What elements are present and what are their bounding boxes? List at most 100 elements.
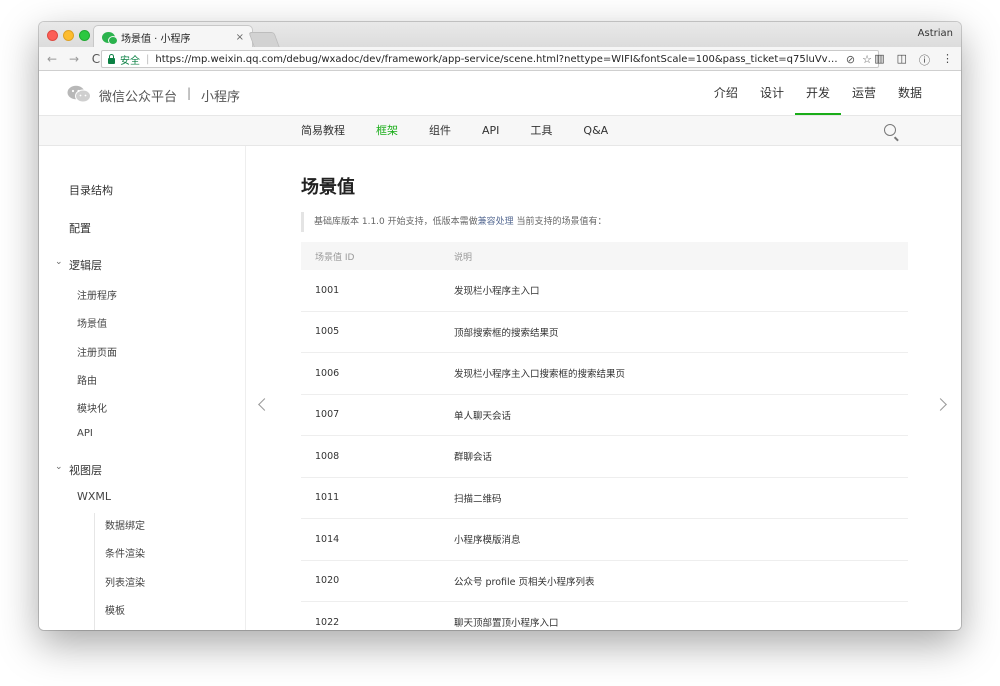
sidebar-item-list-render[interactable]: 列表渲染: [105, 574, 145, 589]
reader-icon[interactable]: ▥: [874, 52, 884, 68]
scene-desc: 发现栏小程序主入口: [454, 286, 540, 298]
sidebar-item-template[interactable]: 模板: [105, 602, 125, 617]
table-row: 1007 单人聊天会话: [301, 395, 908, 436]
forward-arrow-icon[interactable]: →: [65, 52, 83, 66]
top-nav-design[interactable]: 设计: [749, 71, 795, 116]
browser-window: 场景值 · 小程序 × Astrian ← → C 安全 | https://m…: [39, 22, 961, 630]
scene-desc: 聊天顶部置顶小程序入口: [454, 618, 559, 630]
back-arrow-icon[interactable]: ←: [43, 52, 61, 66]
indent-guide: [94, 513, 95, 630]
logo-text[interactable]: 微信公众平台: [99, 86, 177, 105]
top-nav-intro[interactable]: 介绍: [703, 71, 749, 116]
sidebar-item-logic-layer[interactable]: 逻辑层: [69, 257, 102, 273]
table-row: 1011 扫描二维码: [301, 478, 908, 519]
profile-name[interactable]: Astrian: [918, 28, 953, 39]
prev-page-icon[interactable]: [258, 398, 271, 411]
version-notice: 基础库版本 1.1.0 开始支持，低版本需做兼容处理 当前支持的场景值有：: [301, 212, 908, 232]
site-header: 微信公众平台 | 小程序 介绍 设计 开发 运营 数据: [39, 71, 961, 116]
chevron-down-icon[interactable]: ⌄: [55, 462, 63, 472]
table-row: 1022 聊天顶部置顶小程序入口: [301, 602, 908, 630]
scene-desc: 发现栏小程序主入口搜索框的搜索结果页: [454, 369, 626, 381]
top-nav-develop[interactable]: 开发: [794, 71, 841, 116]
menu-dots-icon[interactable]: ⋮: [942, 52, 953, 68]
notice-prefix: 基础库版本 1.1.0 开始支持，低版本需做: [314, 217, 478, 227]
sidebar-item-data-binding[interactable]: 数据绑定: [105, 517, 145, 532]
sidebar-item-register-page[interactable]: 注册页面: [77, 344, 117, 359]
sidebar-item-view-layer[interactable]: 视图层: [69, 462, 102, 478]
table-row: 1008 群聊会话: [301, 436, 908, 478]
sidebar-item-route[interactable]: 路由: [77, 372, 97, 387]
scene-id: 1005: [315, 326, 340, 338]
scene-desc: 扫描二维码: [454, 493, 502, 505]
sidebar-item-wxml[interactable]: WXML: [77, 490, 111, 503]
top-nav: 介绍 设计 开发 运营 数据: [703, 71, 933, 116]
scene-id: 1006: [315, 367, 340, 379]
sidebar-item-register-app[interactable]: 注册程序: [77, 287, 117, 302]
tab-close-icon[interactable]: ×: [236, 32, 244, 43]
sub-nav: 简易教程 框架 组件 API 工具 Q&A: [39, 116, 961, 146]
table-row: 1014 小程序模版消息: [301, 519, 908, 561]
lock-icon: [108, 53, 115, 64]
subnav-api[interactable]: API: [482, 116, 499, 146]
scene-id: 1001: [315, 284, 340, 296]
scene-desc: 群聊会话: [454, 452, 493, 464]
scene-id: 1008: [315, 450, 340, 462]
scene-id: 1020: [315, 575, 340, 587]
column-header-desc: 说明: [454, 252, 473, 263]
secure-label: 安全: [120, 55, 140, 67]
logo-subtitle[interactable]: 小程序: [201, 86, 240, 105]
page-title: 场景值: [301, 177, 355, 198]
table-row: 1005 顶部搜索框的搜索结果页: [301, 312, 908, 353]
wechat-logo-icon[interactable]: [67, 85, 91, 103]
subnav-components[interactable]: 组件: [429, 116, 451, 146]
browser-tab-active[interactable]: 场景值 · 小程序 ×: [93, 25, 253, 48]
table-header: 场景值 ID 说明: [301, 242, 908, 270]
bookmark-star-icon[interactable]: ☆: [862, 53, 872, 66]
content-area: 目录结构 配置 ⌄ 逻辑层 注册程序 场景值 注册页面 路由 模块化 API ⌄…: [39, 146, 961, 630]
top-nav-data[interactable]: 数据: [887, 71, 933, 116]
subnav-framework[interactable]: 框架: [376, 116, 398, 146]
scene-desc: 单人聊天会话: [454, 410, 512, 422]
address-bar[interactable]: 安全 | https://mp.weixin.qq.com/debug/wxad…: [101, 50, 879, 68]
url-separator: |: [146, 53, 150, 65]
browser-toolbar: ← → C 安全 | https://mp.weixin.qq.com/debu…: [39, 47, 961, 71]
top-nav-operate[interactable]: 运营: [841, 71, 887, 116]
info-icon[interactable]: ⓘ: [919, 52, 930, 68]
compat-link[interactable]: 兼容处理: [478, 217, 514, 227]
logo-divider: |: [187, 86, 192, 100]
wechat-favicon-icon: [102, 31, 118, 45]
column-header-id: 场景值 ID: [315, 252, 355, 263]
scene-id: 1014: [315, 533, 340, 545]
notice-suffix: 当前支持的场景值有：: [513, 217, 607, 227]
minimize-window-button[interactable]: [63, 30, 74, 41]
sidebar: 目录结构 配置 ⌄ 逻辑层 注册程序 场景值 注册页面 路由 模块化 API ⌄…: [39, 146, 246, 630]
sidebar-item-catalog[interactable]: 目录结构: [69, 182, 113, 198]
next-page-icon[interactable]: [934, 398, 947, 411]
table-row: 1006 发现栏小程序主入口搜索框的搜索结果页: [301, 353, 908, 395]
search-icon[interactable]: [884, 124, 896, 136]
subnav-tutorial[interactable]: 简易教程: [301, 116, 345, 146]
sidebar-item-config[interactable]: 配置: [69, 220, 91, 236]
url-text[interactable]: https://mp.weixin.qq.com/debug/wxadoc/de…: [155, 54, 840, 65]
sidebar-item-scene[interactable]: 场景值: [77, 315, 107, 330]
close-window-button[interactable]: [47, 30, 58, 41]
table-row: 1001 发现栏小程序主入口: [301, 270, 908, 312]
sidebar-item-api[interactable]: API: [77, 428, 93, 439]
maximize-window-button[interactable]: [79, 30, 90, 41]
subnav-qa[interactable]: Q&A: [583, 116, 608, 146]
sidebar-item-conditional[interactable]: 条件渲染: [105, 545, 145, 560]
scene-id: 1007: [315, 409, 340, 421]
title-bar: 场景值 · 小程序 × Astrian: [39, 22, 961, 48]
scene-desc: 公众号 profile 页相关小程序列表: [454, 576, 595, 588]
scene-id: 1022: [315, 616, 340, 628]
chevron-down-icon[interactable]: ⌄: [55, 257, 63, 267]
scene-desc: 顶部搜索框的搜索结果页: [454, 327, 559, 339]
sidebar-item-module[interactable]: 模块化: [77, 400, 107, 415]
shield-icon[interactable]: ◫: [897, 52, 907, 68]
subnav-tools[interactable]: 工具: [530, 116, 552, 146]
blocked-popup-icon[interactable]: ⊘: [846, 53, 855, 66]
table-row: 1020 公众号 profile 页相关小程序列表: [301, 561, 908, 602]
new-tab-button[interactable]: [248, 32, 280, 47]
scene-desc: 小程序模版消息: [454, 535, 521, 547]
tab-title: 场景值 · 小程序: [121, 33, 191, 45]
